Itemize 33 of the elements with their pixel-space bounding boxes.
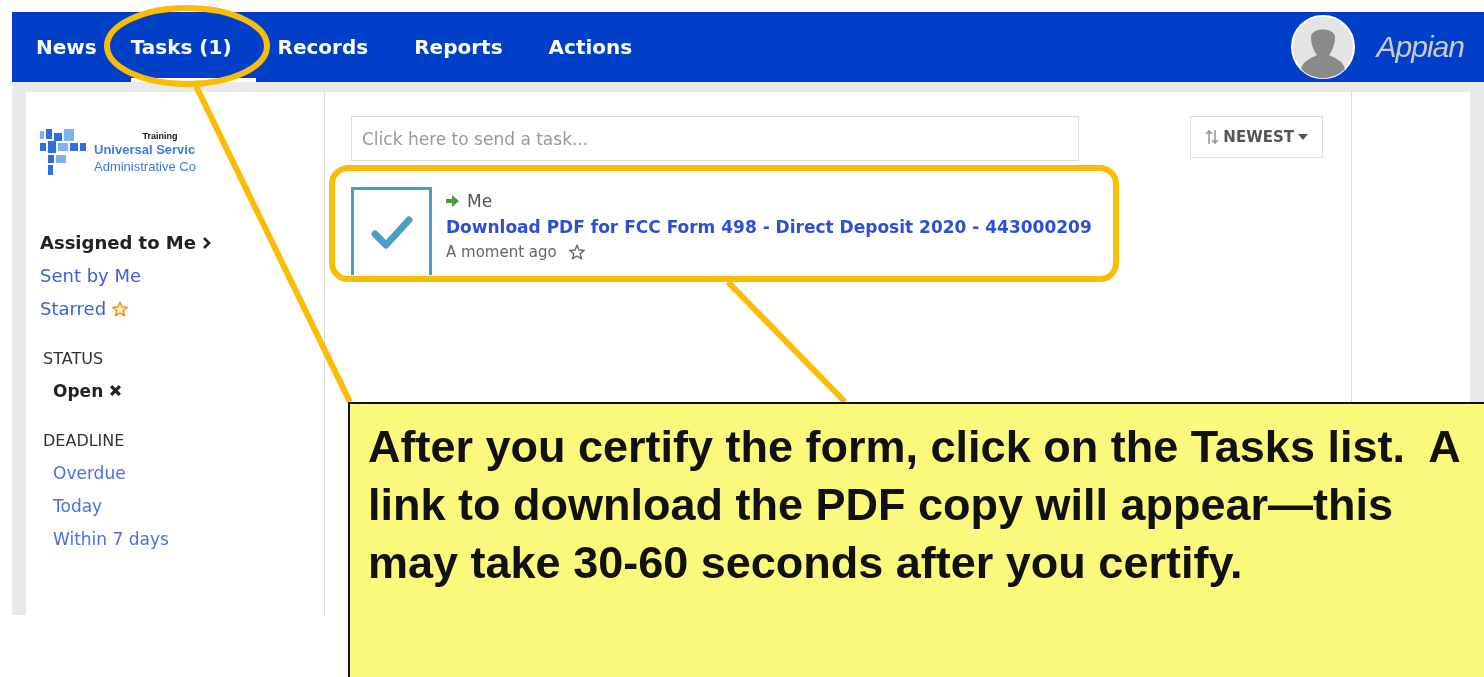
sidebar-link[interactable]: Starred: [40, 298, 107, 319]
callout-note: After you certify the form, click on the Tasks list. A link to download the PDF copy will appear—this may take 30-60 seconds after you certify.: [348, 402, 1484, 677]
star-icon: [112, 300, 129, 317]
assignee-name: Me: [467, 191, 493, 211]
task-time: A moment ago: [446, 243, 557, 261]
filter-heading: DEADLINE: [43, 431, 126, 450]
logo-caption: Training: [142, 131, 178, 141]
caret-icon: [1298, 134, 1308, 140]
sort-button[interactable]: NEWEST: [1190, 116, 1323, 158]
nav-tab[interactable]: News: [36, 12, 97, 82]
check-icon: [369, 214, 414, 251]
task-checkbox[interactable]: [351, 187, 432, 275]
sort-icon: [1205, 128, 1220, 146]
filter-option[interactable]: Open: [53, 380, 104, 401]
filter-option[interactable]: Today: [53, 495, 103, 516]
nav-tab[interactable]: Records: [277, 12, 393, 82]
nav-tab[interactable]: Reports: [414, 12, 527, 82]
task-link[interactable]: Download PDF for FCC Form 498 - Direct Deposit 2020 - 443000209: [446, 217, 1092, 237]
avatar-icon[interactable]: [1290, 15, 1355, 79]
send-task-field[interactable]: Click here to send a task...: [351, 116, 1079, 161]
brand-logo: Appian: [1376, 30, 1464, 64]
filter-option[interactable]: Within 7 days: [53, 528, 169, 549]
star-icon[interactable]: [568, 244, 585, 260]
nav-tab[interactable]: Actions: [548, 12, 657, 82]
close-icon[interactable]: [109, 384, 123, 397]
sidebar-link[interactable]: Sent by Me: [40, 265, 142, 286]
chevron-right-icon: [201, 235, 212, 250]
filter-heading: STATUS: [43, 349, 105, 368]
filter-option[interactable]: Overdue: [53, 462, 126, 483]
logo-text: Universal Servic: [94, 141, 196, 158]
arrow-right-icon: [446, 195, 459, 207]
sidebar-link[interactable]: Assigned to Me: [40, 232, 196, 253]
logo-text: Administrative Co: [94, 158, 196, 175]
